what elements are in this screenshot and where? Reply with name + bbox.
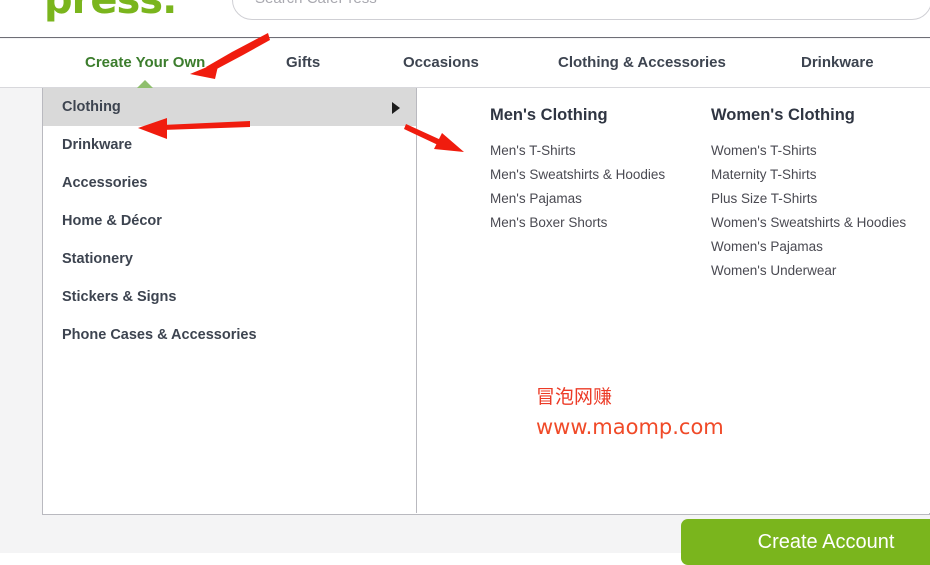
category-item-label: Home & Décor xyxy=(62,213,162,229)
link-womens-sweatshirts-hoodies[interactable]: Women's Sweatshirts & Hoodies xyxy=(711,211,906,235)
category-item-label: Stickers & Signs xyxy=(62,289,177,305)
link-maternity-tshirts[interactable]: Maternity T-Shirts xyxy=(711,163,906,187)
cafepress-logo[interactable]: press. xyxy=(44,0,177,20)
category-item-label: Accessories xyxy=(62,175,148,191)
search-input[interactable]: Search CafePress xyxy=(232,0,930,20)
nav-item-create-your-own[interactable]: Create Your Own xyxy=(85,54,205,71)
link-mens-boxer-shorts[interactable]: Men's Boxer Shorts xyxy=(490,211,665,235)
nav-item-occasions[interactable]: Occasions xyxy=(403,54,479,71)
subcategory-column-mens-clothing: Men's Clothing Men's T-Shirts Men's Swea… xyxy=(490,106,665,235)
category-item-label: Drinkware xyxy=(62,137,133,153)
column-title: Women's Clothing xyxy=(711,106,855,124)
mega-menu-dropdown: Clothing Drinkware Accessories Home & Dé… xyxy=(42,88,930,515)
category-item-stationery[interactable]: Stationery xyxy=(43,240,416,278)
link-plus-size-tshirts[interactable]: Plus Size T-Shirts xyxy=(711,187,906,211)
category-item-home-decor[interactable]: Home & Décor xyxy=(43,202,416,240)
nav-item-gifts[interactable]: Gifts xyxy=(286,54,320,71)
category-item-accessories[interactable]: Accessories xyxy=(43,164,416,202)
search-placeholder-text: Search CafePress xyxy=(255,0,377,7)
chevron-right-icon xyxy=(392,102,400,114)
nav-item-drinkware[interactable]: Drinkware xyxy=(801,54,874,71)
category-item-stickers-signs[interactable]: Stickers & Signs xyxy=(43,278,416,316)
column-title: Men's Clothing xyxy=(490,106,608,124)
link-mens-sweatshirts-hoodies[interactable]: Men's Sweatshirts & Hoodies xyxy=(490,163,665,187)
category-item-label: Phone Cases & Accessories xyxy=(62,327,257,343)
nav-item-clothing-accessories[interactable]: Clothing & Accessories xyxy=(558,54,726,71)
create-account-button[interactable]: Create Account xyxy=(681,519,930,565)
subcategory-columns: Men's Clothing Men's T-Shirts Men's Swea… xyxy=(418,88,930,513)
watermark-chinese-text: 冒泡网赚 xyxy=(536,386,613,408)
link-mens-tshirts[interactable]: Men's T-Shirts xyxy=(490,139,665,163)
subcategory-column-womens-clothing: Women's Clothing Women's T-Shirts Matern… xyxy=(711,106,906,283)
link-mens-pajamas[interactable]: Men's Pajamas xyxy=(490,187,665,211)
category-list: Clothing Drinkware Accessories Home & Dé… xyxy=(43,88,417,513)
watermark-url-text: www.maomp.com xyxy=(536,415,724,439)
category-item-label: Stationery xyxy=(62,251,133,267)
watermark: 冒泡网赚 www.maomp.com xyxy=(536,385,724,441)
link-womens-tshirts[interactable]: Women's T-Shirts xyxy=(711,139,906,163)
link-womens-pajamas[interactable]: Women's Pajamas xyxy=(711,235,906,259)
link-womens-underwear[interactable]: Women's Underwear xyxy=(711,259,906,283)
category-item-label: Clothing xyxy=(62,99,121,115)
site-header: press. Search CafePress xyxy=(0,0,930,38)
category-item-clothing[interactable]: Clothing xyxy=(43,88,416,126)
category-item-phone-cases[interactable]: Phone Cases & Accessories xyxy=(43,316,416,354)
category-item-drinkware[interactable]: Drinkware xyxy=(43,126,416,164)
